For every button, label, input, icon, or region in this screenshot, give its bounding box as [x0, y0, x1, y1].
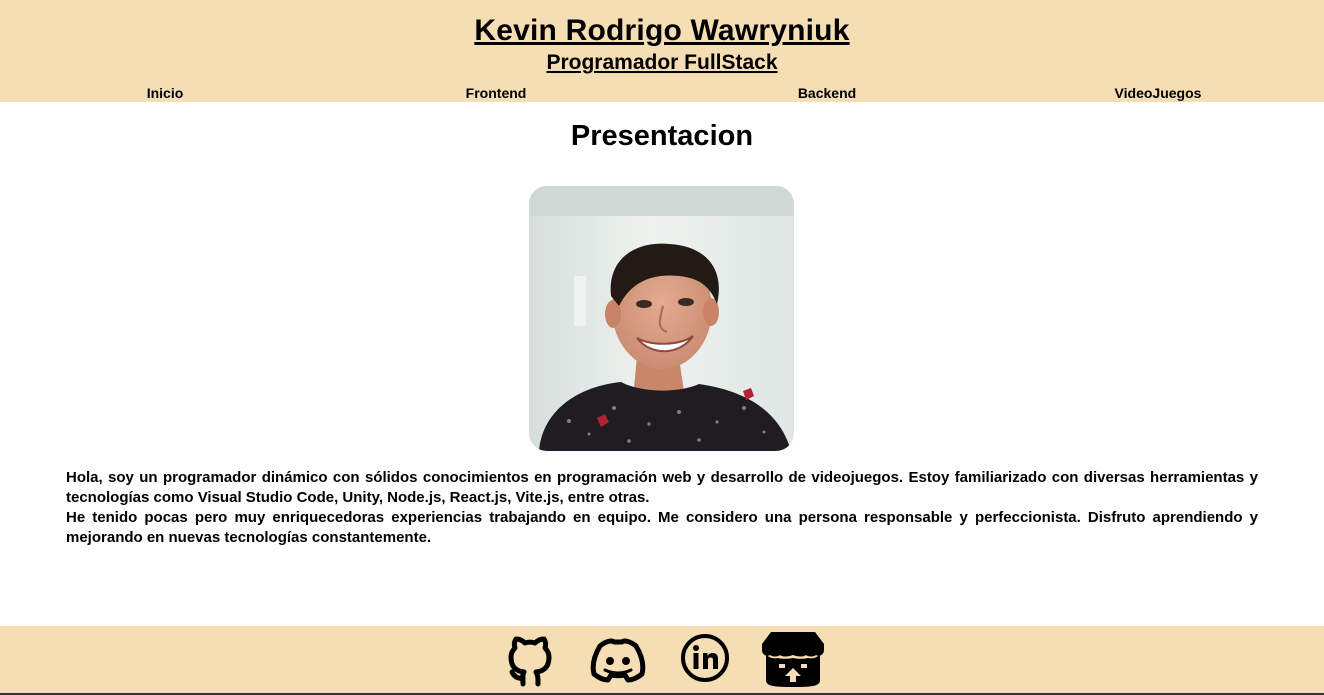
- page: Kevin Rodrigo Wawryniuk Programador Full…: [0, 0, 1324, 695]
- nav-item-inicio[interactable]: Inicio: [65, 84, 265, 102]
- profile-photo: [529, 186, 794, 451]
- site-subtitle: Programador FullStack: [546, 51, 778, 74]
- site-header: Kevin Rodrigo Wawryniuk Programador Full…: [0, 0, 1324, 102]
- main-nav: Inicio Frontend Backend VideoJuegos: [0, 84, 1324, 102]
- bio-paragraph-2: He tenido pocas pero muy enriquecedoras …: [66, 509, 1258, 546]
- profile-photo-illustration: [529, 186, 794, 451]
- linkedin-icon[interactable]: [680, 628, 730, 693]
- github-icon[interactable]: [505, 628, 555, 693]
- discord-icon[interactable]: [588, 628, 648, 693]
- itchio-icon[interactable]: [761, 628, 825, 695]
- nav-item-backend[interactable]: Backend: [727, 84, 927, 102]
- section-title: Presentacion: [570, 120, 754, 152]
- nav-item-frontend[interactable]: Frontend: [396, 84, 596, 102]
- site-title: Kevin Rodrigo Wawryniuk: [474, 14, 850, 47]
- bio-paragraph-1: Hola, soy un programador dinámico con só…: [66, 469, 1258, 506]
- nav-item-videojuegos[interactable]: VideoJuegos: [1058, 84, 1258, 102]
- site-footer: [0, 626, 1324, 695]
- bio-text: Hola, soy un programador dinámico con só…: [66, 468, 1258, 548]
